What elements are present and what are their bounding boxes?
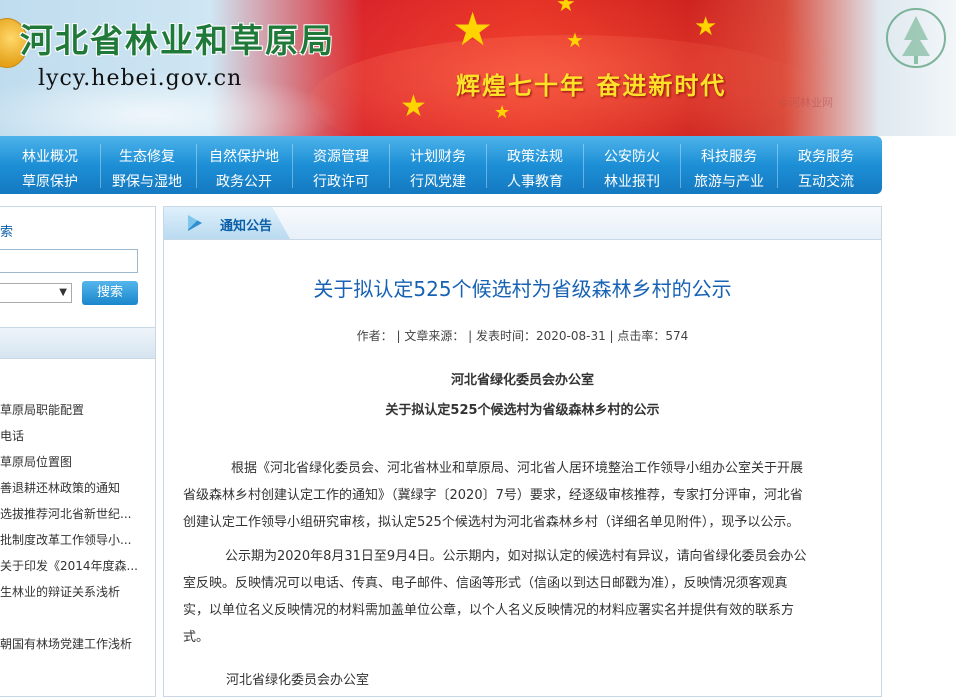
section-header: 通知公告 [164, 207, 881, 240]
article-title: 关于拟认定525个候选村为省级森林乡村的公示 [313, 277, 732, 301]
nav-item-gong-an-fang-huo[interactable]: 公安防火 [584, 146, 680, 166]
nav-item-ye-bao-yu-shi-di[interactable]: 野保与湿地 [99, 171, 195, 191]
section-title[interactable]: 通知公告 [220, 215, 272, 234]
sidebar-link[interactable]: 善退耕还林政策的通知 [0, 479, 150, 496]
nav-item-ke-ji-fu-wu[interactable]: 科技服务 [681, 146, 777, 166]
flag-star-icon: ★ [694, 12, 718, 42]
sidebar-link[interactable]: 选拔推荐河北省新世纪... [0, 505, 150, 522]
nav-item-hu-dong-jiao-liu[interactable]: 互动交流 [778, 171, 874, 191]
site-url: lycy.hebei.gov.cn [38, 66, 243, 91]
sidebar-link[interactable]: 生林业的辩证关系浅析 [0, 583, 150, 600]
paragraph-line: 实，以单位名义反映情况的材料需加盖单位公章，以个人名义反映情况的材料应署实名并提… [183, 603, 795, 618]
nav-column: 科技服务 旅游与产业 [681, 136, 777, 194]
paragraph-line: 公示期为2020年8月31日至9月4日。公示期内，如对拟认定的候选村有异议，请向… [225, 549, 807, 564]
sidebar-link[interactable]: 朝国有林场党建工作浅析 [0, 635, 150, 652]
sidebar-link[interactable]: 电话 [0, 427, 150, 444]
nav-item-lin-ye-bao-kan[interactable]: 林业报刊 [584, 171, 680, 191]
nav-item-zi-ran-bao-hu-di[interactable]: 自然保护地 [196, 146, 292, 166]
article-paragraph: 公示期为2020年8月31日至9月4日。公示期内，如对拟认定的候选村有异议，请向… [183, 543, 861, 651]
nav-item-zheng-wu-fu-wu[interactable]: 政务服务 [778, 146, 874, 166]
banner-slogan: 辉煌七十年 奋进新时代 [456, 71, 727, 100]
site-title[interactable]: 河北省林业和草原局 [20, 14, 335, 62]
nav-item-zi-yuan-guan-li[interactable]: 资源管理 [293, 146, 389, 166]
nav-column: 自然保护地 政务公开 [196, 136, 292, 194]
search-button[interactable]: 搜索 [82, 281, 138, 305]
sidebar: 索 ▼ 搜索 草原局职能配置 电话 草原局位置图 善退耕还林政策的通知 选拔推荐… [0, 206, 156, 697]
article-panel: 通知公告 关于拟认定525个候选村为省级森林乡村的公示 作者： | 文章来源： … [163, 206, 882, 697]
article-paragraph: 根据《河北省绿化委员会、河北省林业和草原局、河北省人居环境整治工作领导小组办公室… [183, 455, 861, 536]
flag-star-icon: ★ [494, 102, 511, 123]
nav-item-lv-you-yu-chan-ye[interactable]: 旅游与产业 [681, 171, 777, 191]
sidebar-link[interactable]: 关于印发《2014年度森... [0, 557, 150, 574]
chevron-down-icon: ▼ [59, 287, 67, 298]
sidebar-link[interactable]: 批制度改革工作领导小... [0, 531, 150, 548]
article-meta: 作者： | 文章来源： | 发表时间：2020-08-31 | 点击率：574 [356, 329, 689, 343]
article-subtitle: 关于拟认定525个候选村为省级森林乡村的公示 [385, 403, 660, 418]
flag-star-icon: ★ [556, 0, 576, 17]
nav-item-zheng-wu-gong-kai[interactable]: 政务公开 [196, 171, 292, 191]
nav-item-sheng-tai-xiu-fu[interactable]: 生态修复 [99, 146, 195, 166]
nav-item-lin-ye-gai-kuang[interactable]: 林业概况 [2, 146, 98, 166]
search-scope-select[interactable]: ▼ [0, 283, 72, 303]
nav-column: 林业概况 草原保护 [2, 136, 98, 194]
nav-column: 政策法规 人事教育 [487, 136, 583, 194]
nav-column: 计划财务 行风党建 [390, 136, 486, 194]
nav-item-xing-zheng-xu-ke[interactable]: 行政许可 [293, 171, 389, 191]
sidebar-section-header [0, 327, 155, 359]
search-input[interactable] [0, 249, 138, 273]
nav-item-zheng-ce-fa-gui[interactable]: 政策法规 [487, 146, 583, 166]
search-heading: 索 [0, 225, 14, 240]
nav-column: 生态修复 野保与湿地 [99, 136, 195, 194]
sidebar-link[interactable]: 草原局位置图 [0, 453, 150, 470]
nav-column: 资源管理 行政许可 [293, 136, 389, 194]
banner-watermark: ©河林业网 [778, 96, 833, 109]
nav-item-ren-shi-jiao-yu[interactable]: 人事教育 [487, 171, 583, 191]
paragraph-line: 式。 [183, 630, 210, 645]
nav-column: 公安防火 林业报刊 [584, 136, 680, 194]
flag-star-icon: ★ [566, 28, 584, 52]
main-nav: 林业概况 草原保护 生态修复 野保与湿地 自然保护地 政务公开 资源管理 行政许… [0, 136, 882, 194]
article-signature: 河北省绿化委员会办公室 [226, 673, 370, 688]
paragraph-line: 根据《河北省绿化委员会、河北省林业和草原局、河北省人居环境整治工作领导小组办公室… [231, 461, 804, 476]
flag-star-icon: ★ [400, 89, 427, 124]
flag-star-icon: ★ [452, 2, 494, 56]
paragraph-line: 创建认定工作领导小组研究审核，拟认定525个候选村为河北省森林乡村（详细名单见附… [183, 515, 800, 530]
nav-item-xing-feng-dang-jian[interactable]: 行风党建 [390, 171, 486, 191]
article-org: 河北省绿化委员会办公室 [450, 373, 594, 388]
paragraph-line: 省级森林乡村创建认定工作的通知》（冀绿字〔2020〕7号）要求，经逐级审核推荐，… [183, 488, 803, 503]
nav-item-ji-hua-cai-wu[interactable]: 计划财务 [390, 146, 486, 166]
sidebar-link[interactable]: 草原局职能配置 [0, 401, 150, 418]
forestry-logo-icon [886, 8, 946, 68]
nav-column: 政务服务 互动交流 [778, 136, 874, 194]
paragraph-line: 室反映。反映情况可以电话、传真、电子邮件、信函等形式（信函以到达日邮戳为准），反… [183, 576, 788, 591]
site-banner: ★ ★ ★ ★ ★ ★ 河北省林业和草原局 lycy.hebei.gov.cn … [0, 0, 956, 136]
nav-item-cao-yuan-bao-hu[interactable]: 草原保护 [2, 171, 98, 191]
